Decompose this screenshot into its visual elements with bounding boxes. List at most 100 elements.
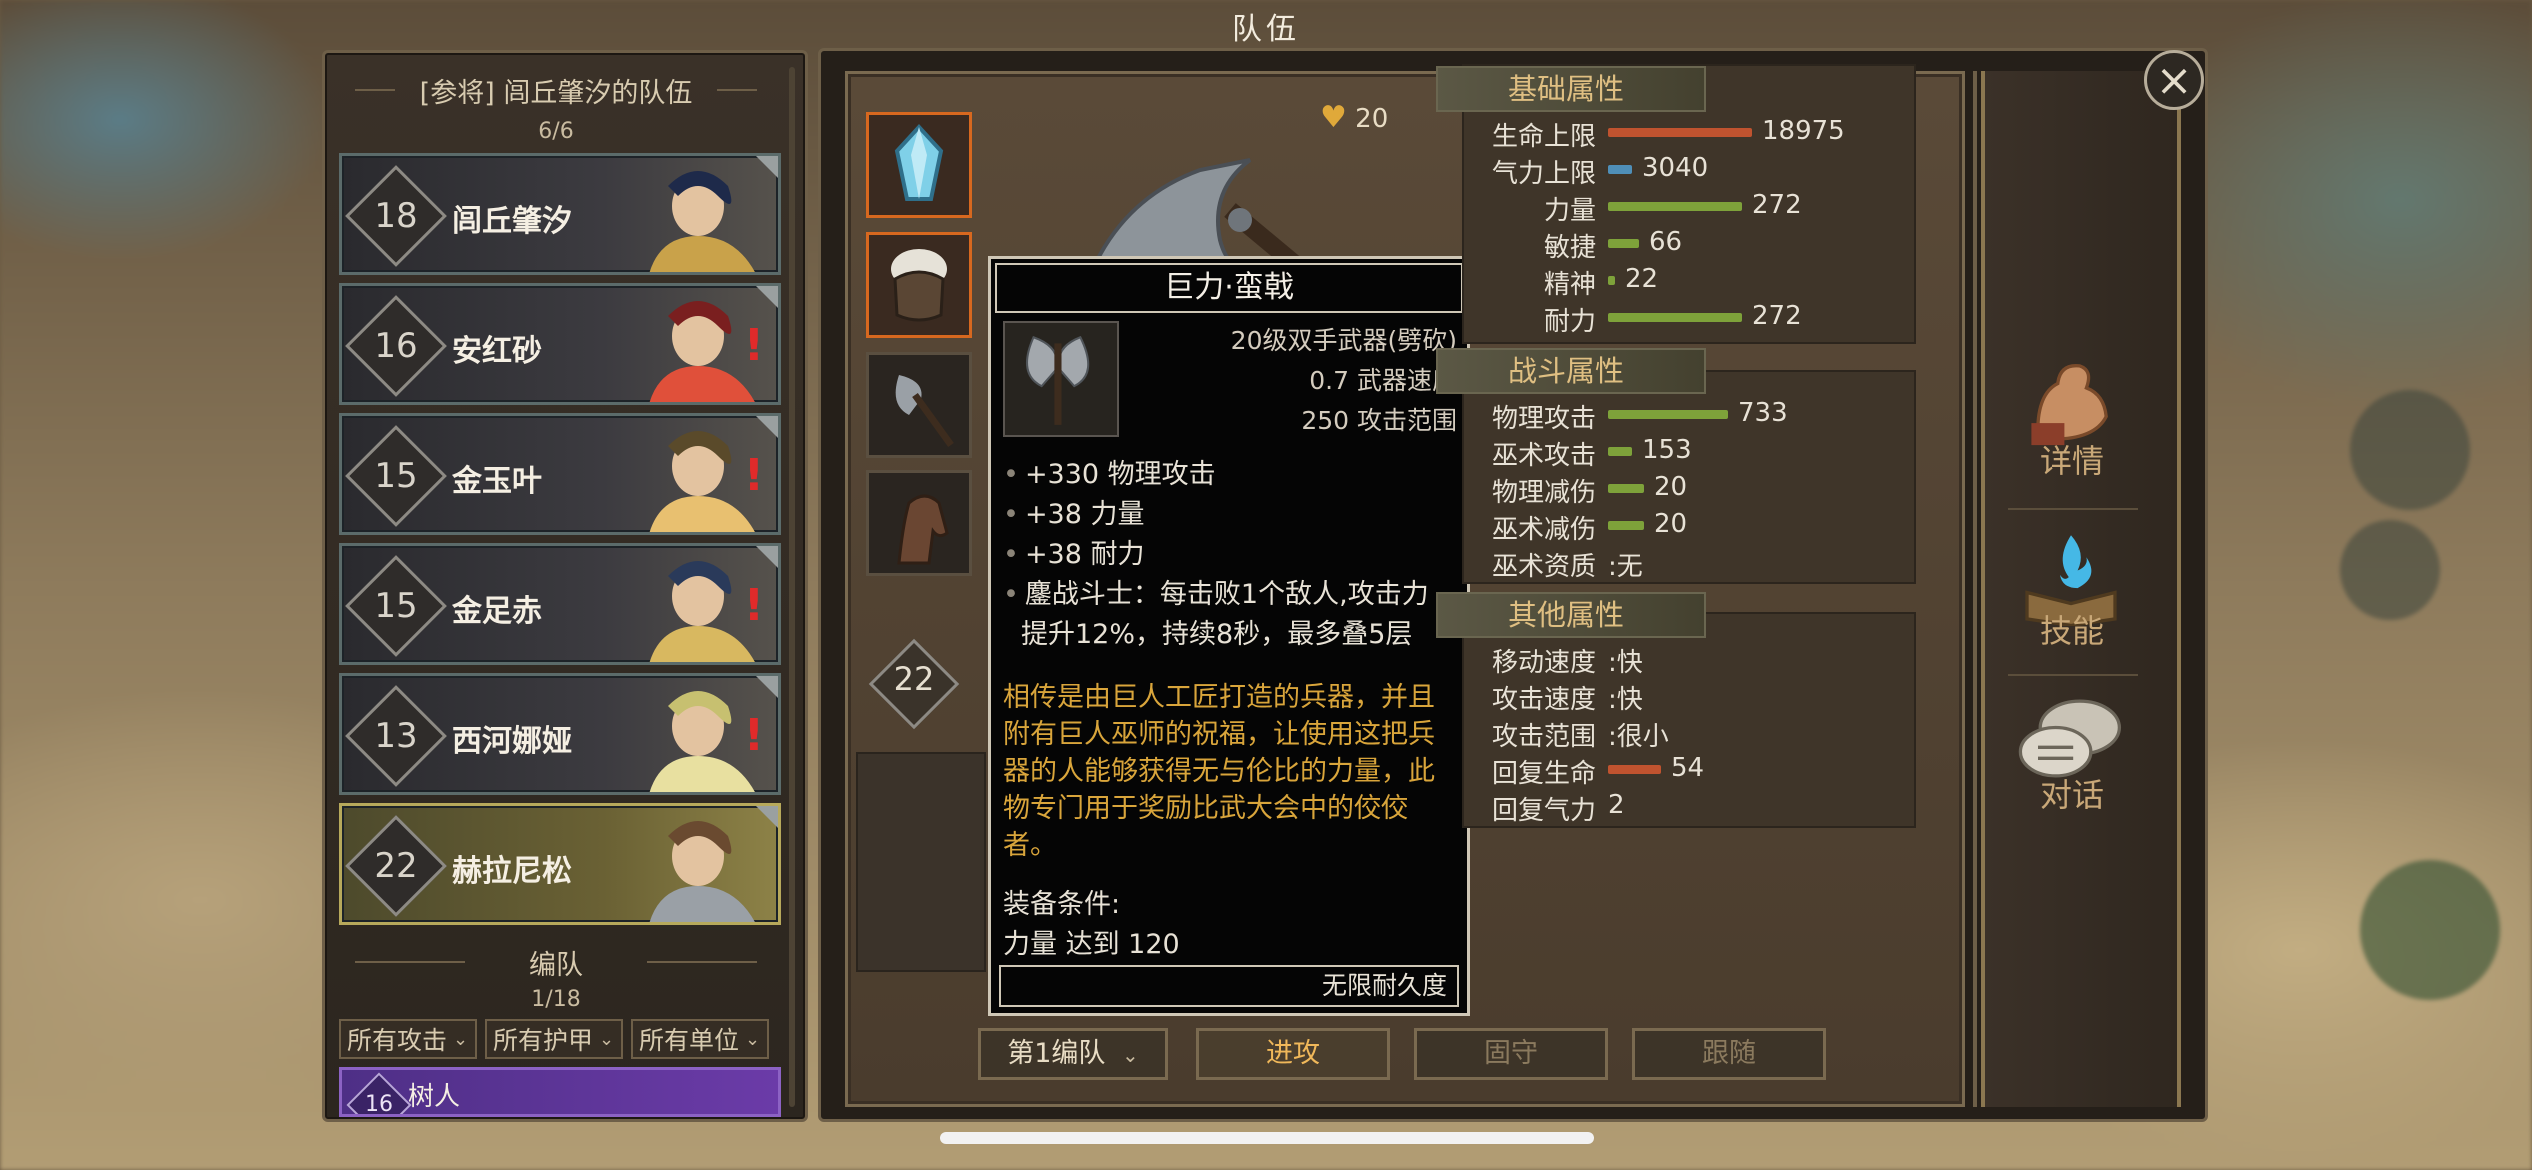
unit-level: 13 [374,716,418,756]
unit-portrait [649,171,755,272]
attack-command-button[interactable]: 进攻 [1196,1028,1390,1080]
attribute-bar [1608,276,1615,285]
hold-command-button[interactable]: 固守 [1414,1028,1608,1080]
attribute-label: 物理攻击 [1491,404,1596,434]
unit-card[interactable]: 22 赫拉尼松 [339,803,781,925]
unit-card[interactable]: 18 闾丘肇汐 [339,153,781,275]
home-indicator[interactable] [940,1132,1594,1144]
divider [2008,508,2138,510]
axe-icon [895,375,954,448]
attribute-bar [1608,313,1742,322]
equipment-slot-crystal[interactable] [866,112,972,218]
unit-level: 16 [374,326,418,366]
attribute-value: 3040 [1642,153,1709,183]
attribute-row: 精神 22 [1474,264,1914,300]
item-tooltip: 巨力·蛮戟 20级双手武器(劈砍) 0.7 武器速度 250 攻击范围 • +33… [988,256,1470,1016]
requirement-title: 装备条件: [1003,889,1121,920]
equipment-slot-mount[interactable] [866,470,972,576]
card-corner-mark [756,156,778,178]
chevron-down-icon: ⌄ [1122,1043,1139,1067]
requirement-value: 力量 达到 120 [1003,929,1180,960]
attribute-bar [1608,239,1639,248]
affection-value: 20 [1355,104,1389,134]
attribute-value: 153 [1642,435,1692,465]
stat-line: +38 耐力 [1024,539,1145,570]
attribute-value: 272 [1752,301,1802,331]
attribute-bar [1608,410,1728,419]
attribute-row: 攻击速度:快 [1474,679,1914,715]
divider [2008,674,2138,676]
item-stats: • +330 物理攻击 • +38 力量 • +38 耐力 • 鏖战斗士：每击败1个敌人… [1003,455,1463,655]
armor-filter-dropdown[interactable]: 所有护甲 ⌄ [485,1019,623,1059]
chevron-down-icon: ⌄ [599,1028,615,1050]
bullet-icon: • [1003,579,1019,610]
attribute-row: 攻击范围 :很小 [1474,716,1914,752]
unit-filter-dropdown[interactable]: 所有单位 ⌄ [631,1019,769,1059]
formation-title: 编队 [325,943,787,982]
bullet-icon: • [1003,459,1019,490]
item-range: 250 攻击范围 [1301,406,1457,435]
attribute-value: 22 [1625,264,1659,294]
attribute-label: 移动速度 [1491,648,1596,678]
attribute-bar [1608,165,1632,174]
screen-title: 队伍 [1232,12,1300,47]
details-button[interactable]: 详情 [2012,350,2132,490]
dialogue-label: 对话 [2039,776,2104,814]
card-corner-mark [756,676,778,698]
formation-unit-card[interactable]: 16 树人 [339,1067,781,1117]
attribute-value: 54 [1671,753,1705,783]
equipment-slot-helmet[interactable] [866,232,972,338]
alert-icon: ! [743,320,764,371]
attribute-row: 生命上限 18975 [1474,116,1914,152]
team-count: 6/6 [538,119,574,144]
unit-card[interactable]: 15 金足赤! [339,543,781,665]
dialogue-button[interactable]: 对话 [2012,694,2132,834]
attribute-label: 耐力 [1543,307,1596,337]
attribute-label: 回复气力 [1491,796,1596,826]
attribute-value: :很小 [1608,722,1669,752]
attribute-label: 巫术减伤 [1491,515,1596,545]
unit-name: 金足赤 [452,594,542,629]
attribute-bar [1608,447,1632,456]
unit-name: 西河娜娅 [452,724,572,759]
formation-count: 1/18 [531,987,581,1012]
attribute-row: 巫术资质:无 [1474,546,1914,582]
item-meta: 20级双手武器(劈砍) 0.7 武器速度 250 攻击范围 [1231,321,1457,441]
unit-card[interactable]: 16 安红砂! [339,283,781,405]
attribute-row: 巫术攻击 153 [1474,435,1914,471]
attribute-row: 巫术减伤 20 [1474,509,1914,545]
attribute-label: 物理减伤 [1491,478,1596,508]
unit-level: 22 [893,660,935,698]
attribute-value: 20 [1654,472,1688,502]
unit-name: 赫拉尼松 [452,854,572,889]
equipment-slot-weapon[interactable] [866,352,972,458]
stat-line: 鏖战斗士：每击败1个敌人,攻击力 [1024,579,1429,610]
attribute-label: 攻击范围 [1491,722,1596,752]
attribute-label: 敏捷 [1543,233,1596,263]
roster-scrollbar[interactable] [789,67,795,1107]
follow-command-button[interactable]: 跟随 [1632,1028,1826,1080]
attribute-row: 力量 272 [1474,190,1914,226]
attribute-row: 气力上限 3040 [1474,153,1914,189]
attribute-label: 气力上限 [1491,159,1596,189]
team-roster-panel: [参将] 闾丘肇汐的队伍 6/6 编队 1/18 所有攻击 ⌄ 所有护甲 ⌄ 所… [322,50,808,1122]
unit-card[interactable]: 15 金玉叶! [339,413,781,535]
unit-portrait [649,821,755,922]
muscle-arm-icon [2031,364,2108,446]
formation-select-dropdown[interactable]: 第1编队 ⌄ [978,1028,1168,1080]
attribute-value: 18975 [1762,116,1845,146]
unit-card[interactable]: 13 西河娜娅! [339,673,781,795]
armor-filter-label: 所有护甲 [493,1026,594,1055]
bullet-icon: • [1003,499,1019,530]
item-name: 巨力·蛮戟 [995,263,1463,313]
close-button[interactable]: × [2144,50,2204,110]
card-corner-mark [756,546,778,568]
attribute-bar [1608,202,1742,211]
attack-filter-dropdown[interactable]: 所有攻击 ⌄ [339,1019,477,1059]
item-speed: 0.7 武器速度 [1309,366,1457,395]
chevron-down-icon: ⌄ [453,1028,469,1050]
skills-button[interactable]: 技能 [2012,526,2132,666]
card-corner-mark [756,286,778,308]
item-type: 20级双手武器(劈砍) [1230,326,1457,355]
basic-attributes-title: 基础属性 [1436,66,1706,112]
